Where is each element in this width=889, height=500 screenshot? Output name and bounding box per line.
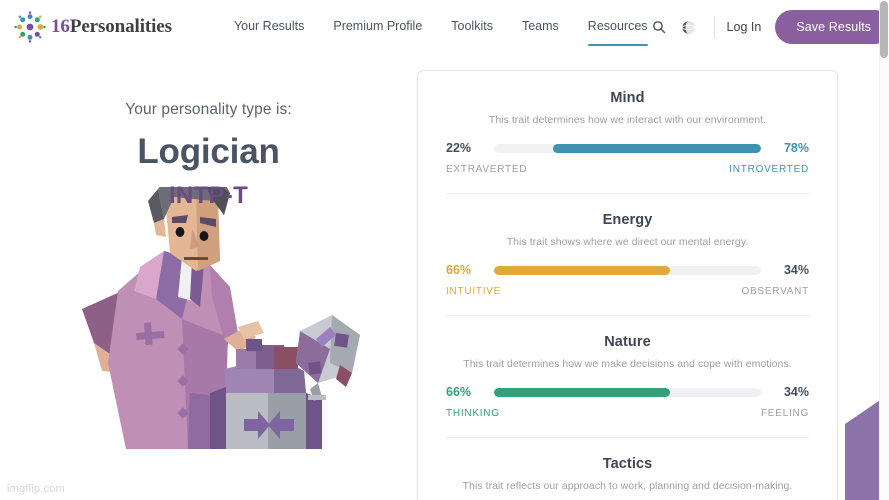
globe-icon[interactable]	[678, 16, 700, 38]
page-root: 16Personalities Your Results Premium Pro…	[0, 0, 889, 500]
trait-left-label: INTUITIVE	[446, 286, 502, 297]
login-link[interactable]: Log In	[727, 20, 762, 34]
personality-type-name: Logician	[137, 132, 280, 171]
trait-label-row: EXTRAVERTED INTROVERTED	[446, 164, 809, 175]
nav-item-premium-profile[interactable]: Premium Profile	[333, 0, 422, 54]
brand-number: 16	[51, 16, 70, 37]
trait-bar-fill	[494, 387, 671, 397]
search-icon[interactable]	[648, 16, 670, 38]
trait-bar-row: 66% 34%	[446, 263, 809, 277]
trait-left-label: THINKING	[446, 408, 500, 419]
personality-type-lead: Your personality type is:	[125, 101, 292, 118]
nav-item-your-results[interactable]: Your Results	[234, 0, 304, 54]
result-summary-panel: Your personality type is: Logician INTP-…	[0, 54, 417, 500]
trait-nature: Nature This trait determines how we make…	[418, 315, 837, 437]
trait-description: This trait determines how we interact wi…	[488, 114, 767, 126]
trait-bar-fill	[552, 143, 761, 153]
trait-right-label: INTROVERTED	[729, 164, 809, 175]
imgflip-watermark: imgflip.com	[7, 483, 65, 495]
trait-bar-track[interactable]	[494, 265, 761, 275]
trait-title: Mind	[610, 90, 645, 106]
brand-word: Personalities	[69, 16, 172, 37]
trait-bar-row: 22% 78%	[446, 141, 809, 155]
trait-bar-fill	[494, 265, 671, 275]
trait-description: This trait determines how we make decisi…	[463, 358, 792, 370]
trait-label-row: INTUITIVE OBSERVANT	[446, 286, 809, 297]
site-header: 16Personalities Your Results Premium Pro…	[0, 0, 889, 54]
trait-bar-row: 66% 34%	[446, 385, 809, 399]
personality-type-code: INTP-T	[168, 182, 249, 209]
trait-description: This trait reflects our approach to work…	[462, 480, 793, 492]
trait-bar-track[interactable]	[494, 143, 761, 153]
trait-label-row: THINKING FEELING	[446, 408, 809, 419]
16personalities-dots-logo-icon	[14, 11, 46, 43]
trait-energy: Energy This trait shows where we direct …	[418, 193, 837, 315]
traits-breakdown-card: Mind This trait determines how we intera…	[417, 70, 838, 500]
trait-right-label: FEELING	[760, 408, 809, 419]
trait-left-label: EXTRAVERTED	[446, 164, 528, 175]
trait-left-percent: 66%	[446, 385, 472, 399]
trait-right-percent: 34%	[783, 385, 809, 399]
brand-wordmark: 16Personalities	[51, 16, 172, 38]
trait-title: Tactics	[602, 456, 653, 472]
header-divider	[713, 16, 715, 38]
trait-left-percent: 66%	[446, 263, 472, 277]
main-navigation: Your Results Premium Profile Toolkits Te…	[234, 0, 648, 54]
trait-description: This trait shows where we direct our men…	[506, 236, 749, 248]
trait-right-label: OBSERVANT	[741, 286, 809, 297]
page-scrollbar-track[interactable]	[879, 0, 889, 500]
trait-title: Nature	[604, 334, 651, 350]
nav-item-teams[interactable]: Teams	[522, 0, 559, 54]
trait-right-percent: 78%	[783, 141, 809, 155]
trait-tactics: Tactics This trait reflects our approach…	[418, 437, 837, 500]
trait-title: Energy	[602, 212, 653, 228]
page-scrollbar-thumb[interactable]	[880, 1, 888, 58]
nav-item-toolkits[interactable]: Toolkits	[451, 0, 493, 54]
brand-logo[interactable]: 16Personalities	[14, 11, 172, 43]
trait-bar-track[interactable]	[494, 387, 761, 397]
trait-right-percent: 34%	[783, 263, 809, 277]
trait-left-percent: 22%	[446, 141, 472, 155]
trait-mind: Mind This trait determines how we intera…	[418, 71, 837, 193]
header-actions: Log In Save Results	[648, 10, 889, 44]
nav-item-resources[interactable]: Resources	[587, 0, 648, 54]
save-results-button[interactable]: Save Results	[775, 10, 889, 44]
